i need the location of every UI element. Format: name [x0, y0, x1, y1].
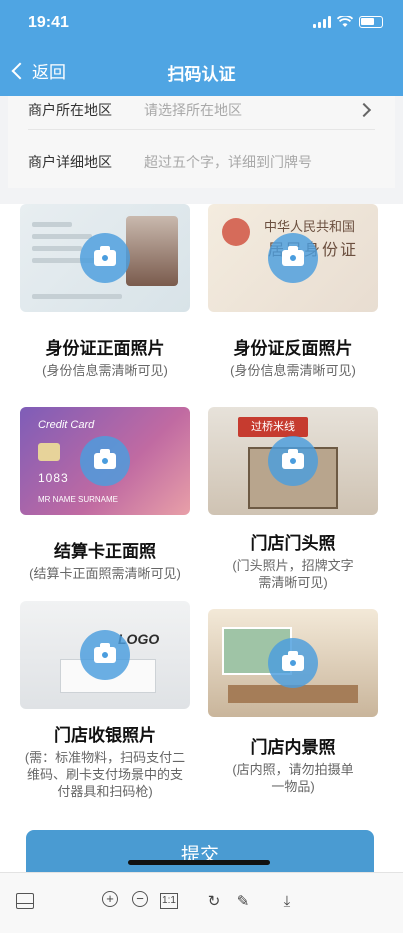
edit-icon[interactable]: ✎ — [232, 891, 254, 913]
card-title: Credit Card — [38, 419, 95, 431]
interior-card[interactable]: 门店内景照 (店内照，请勿拍摄单一物品) — [208, 609, 378, 795]
card-number: 1083 — [38, 471, 69, 485]
status-icons — [313, 16, 383, 28]
card-caption: 身份证反面照片 — [233, 339, 353, 358]
id-front-card[interactable]: 身份证正面照片 (身份信息需清晰可见) — [20, 204, 190, 379]
text-line — [32, 294, 122, 299]
text-line — [32, 246, 82, 251]
camera-icon[interactable] — [268, 233, 318, 283]
card-caption: 门店门头照 — [250, 534, 336, 553]
cashier-thumbnail[interactable]: LOGO — [20, 601, 190, 709]
region-row[interactable]: 商户所在地区 请选择所在地区 — [28, 96, 375, 130]
address-input[interactable]: 超过五个字，详细到门牌号 — [144, 152, 375, 172]
camera-icon[interactable] — [268, 436, 318, 486]
submit-button[interactable]: 提交 — [26, 830, 374, 872]
id-back-card[interactable]: 中华人民共和国 居民身份证 身份证反面照片 (身份信息需清晰可见) — [208, 204, 378, 379]
battery-icon — [359, 16, 383, 28]
photo-upload-grid: 身份证正面照片 (身份信息需清晰可见) 中华人民共和国 居民身份证 身份证反面照… — [0, 204, 403, 872]
wifi-icon — [337, 16, 353, 27]
camera-icon[interactable] — [268, 638, 318, 688]
card-name: MR NAME SURNAME — [38, 495, 119, 504]
card-hint: (需：标准物料，扫码支付二维码、刷卡支付场景中的支付器具和扫码枪) — [24, 750, 186, 799]
card-hint: (店内照，请勿拍摄单一物品) — [232, 762, 354, 794]
id-back-line1: 中华人民共和国 — [264, 220, 356, 235]
viewer-toolbar: + − 1:1 ↻ ✎ ⤓ — [0, 872, 403, 933]
text-line — [32, 222, 72, 227]
storefront-thumbnail[interactable]: 过桥米线 — [208, 407, 378, 515]
interior-thumbnail[interactable] — [208, 609, 378, 717]
main-content: 商户所在地区 请选择所在地区 商户详细地区 超过五个字，详细到门牌号 身份证正面… — [0, 96, 403, 872]
store-sign: 过桥米线 — [238, 417, 308, 437]
merchant-form: 商户所在地区 请选择所在地区 商户详细地区 超过五个字，详细到门牌号 — [8, 96, 395, 188]
card-hint: (结算卡正面照需清晰可见) — [29, 566, 181, 581]
page-title: 扫码认证 — [167, 65, 236, 84]
camera-icon[interactable] — [80, 233, 130, 283]
card-caption: 结算卡正面照 — [54, 542, 156, 561]
national-emblem — [222, 218, 250, 246]
zoom-in-icon[interactable]: + — [102, 891, 118, 907]
status-time: 19:41 — [28, 14, 69, 31]
header: 19:41 返回 扫码认证 — [0, 0, 403, 96]
nav-bar: 返回 扫码认证 — [0, 52, 403, 92]
id-front-thumbnail[interactable] — [20, 204, 190, 312]
text-line — [32, 234, 92, 239]
cashier-card[interactable]: LOGO 门店收银照片 (需：标准物料，扫码支付二维码、刷卡支付场景中的支付器具… — [20, 601, 190, 800]
card-hint: (身份信息需清晰可见) — [42, 363, 168, 378]
download-icon[interactable]: ⤓ — [276, 891, 298, 913]
card-hint: (门头照片，招牌文字需清晰可见) — [232, 558, 354, 590]
signal-icon — [313, 16, 331, 28]
card-hint: (身份信息需清晰可见) — [230, 363, 356, 378]
settlement-card[interactable]: Credit Card 1083 MR NAME SURNAME 结算卡正面照 … — [20, 407, 190, 582]
address-row[interactable]: 商户详细地区 超过五个字，详细到门牌号 — [28, 142, 375, 182]
portrait-photo — [126, 216, 178, 286]
status-bar: 19:41 — [0, 14, 403, 34]
card-caption: 门店收银照片 — [54, 726, 156, 745]
actual-size-icon[interactable]: 1:1 — [160, 893, 178, 909]
region-select[interactable]: 请选择所在地区 — [144, 100, 359, 120]
card-caption: 身份证正面照片 — [45, 339, 165, 358]
chip-icon — [38, 443, 60, 461]
rotate-icon[interactable]: ↻ — [203, 891, 225, 913]
zoom-out-icon[interactable]: − — [132, 891, 148, 907]
storefront-card[interactable]: 过桥米线 门店门头照 (门头照片，招牌文字需清晰可见) — [208, 407, 378, 591]
camera-icon[interactable] — [80, 436, 130, 486]
card-caption: 门店内景照 — [250, 738, 336, 757]
layout-icon[interactable] — [16, 893, 34, 909]
camera-icon[interactable] — [80, 630, 130, 680]
chevron-right-icon — [356, 102, 372, 117]
home-indicator — [128, 860, 270, 865]
region-label: 商户所在地区 — [28, 101, 112, 118]
address-label: 商户详细地区 — [28, 154, 112, 170]
bank-card-thumbnail[interactable]: Credit Card 1083 MR NAME SURNAME — [20, 407, 190, 515]
id-back-thumbnail[interactable]: 中华人民共和国 居民身份证 — [208, 204, 378, 312]
